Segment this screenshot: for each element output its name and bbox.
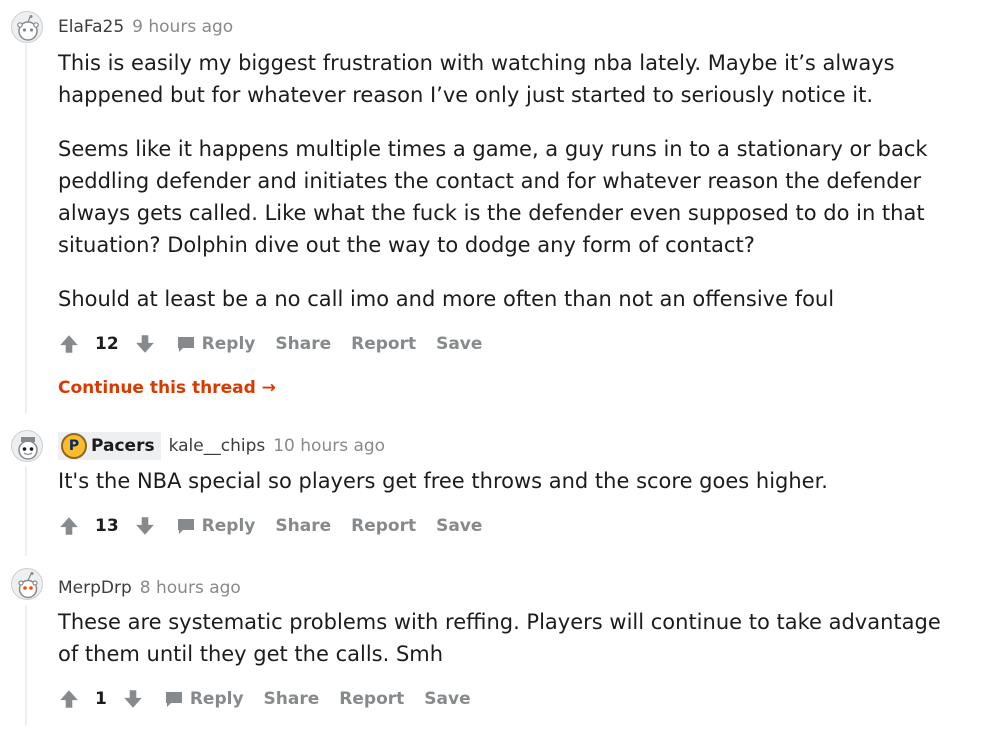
comment: ElaFa25 9 hours ago This is easily my bi… [58,13,958,315]
comment: MerpDrp 8 hours ago These are systematic… [58,574,958,670]
comment-action-bar: 12 Reply Share Report Save [58,329,958,359]
comment-icon [176,334,196,354]
timestamp-link[interactable]: 9 hours ago [132,17,233,37]
avatar[interactable] [11,430,43,462]
continue-thread: Continue this thread → [58,378,958,398]
comment-meta: P Pacers kale__chips 10 hours ago [58,432,958,460]
pacers-logo-icon: P [61,433,87,459]
comment-paragraph: Seems like it happens multiple times a g… [58,137,928,257]
thread-line[interactable] [25,466,27,556]
author-link[interactable]: MerpDrp [58,578,132,598]
downvote-icon[interactable] [134,333,156,355]
comment: P Pacers kale__chips 10 hours ago It's t… [58,432,958,497]
comment-icon [164,689,184,709]
reply-label: Reply [201,516,256,536]
report-button[interactable]: Report [351,516,416,536]
avatar[interactable] [11,11,43,43]
comment-icon [176,516,196,536]
save-button[interactable]: Save [436,516,482,536]
thread-line[interactable] [25,44,27,414]
report-button[interactable]: Report [339,689,404,709]
comment-paragraph: These are systematic problems with reffi… [58,610,941,666]
reply-button[interactable]: Reply [176,334,256,354]
reply-button[interactable]: Reply [164,689,244,709]
downvote-icon[interactable] [134,515,156,537]
save-button[interactable]: Save [436,334,482,354]
comment-paragraph: Should at least be a no call imo and mor… [58,287,835,311]
comment-paragraph: It's the NBA special so players get free… [58,469,828,493]
reply-label: Reply [201,334,256,354]
comment-paragraph: This is easily my biggest frustration wi… [58,51,895,107]
comment-body: This is easily my biggest frustration wi… [58,47,958,315]
comment-meta: ElaFa25 9 hours ago [58,13,958,41]
save-button[interactable]: Save [424,689,470,709]
vote-score: 13 [95,516,119,536]
author-link[interactable]: ElaFa25 [58,17,124,37]
thread-line[interactable] [25,606,27,726]
timestamp-link[interactable]: 10 hours ago [273,436,385,456]
comment-body: These are systematic problems with reffi… [58,606,958,670]
share-button[interactable]: Share [275,516,331,536]
snoo-avatar-icon [17,15,39,41]
reply-label: Reply [189,689,244,709]
user-flair: P Pacers [58,432,161,460]
downvote-icon[interactable] [122,688,144,710]
timestamp-link[interactable]: 8 hours ago [140,578,241,598]
flair-label: Pacers [91,436,155,456]
upvote-icon[interactable] [58,515,80,537]
upvote-icon[interactable] [58,688,80,710]
reply-button[interactable]: Reply [176,516,256,536]
comment-body: It's the NBA special so players get free… [58,465,958,497]
upvote-icon[interactable] [58,333,80,355]
comment-action-bar: 13 Reply Share Report Save [58,511,958,541]
vote-score: 1 [95,689,107,709]
snoo-avatar-icon [18,437,38,460]
author-link[interactable]: kale__chips [169,436,266,456]
vote-score: 12 [95,334,119,354]
share-button[interactable]: Share [275,334,331,354]
comment-action-bar: 1 Reply Share Report Save [58,684,958,714]
avatar[interactable] [11,568,43,600]
snoo-avatar-icon [18,572,38,599]
comment-meta: MerpDrp 8 hours ago [58,574,958,602]
continue-thread-link[interactable]: Continue this thread → [58,378,958,398]
report-button[interactable]: Report [351,334,416,354]
share-button[interactable]: Share [264,689,320,709]
